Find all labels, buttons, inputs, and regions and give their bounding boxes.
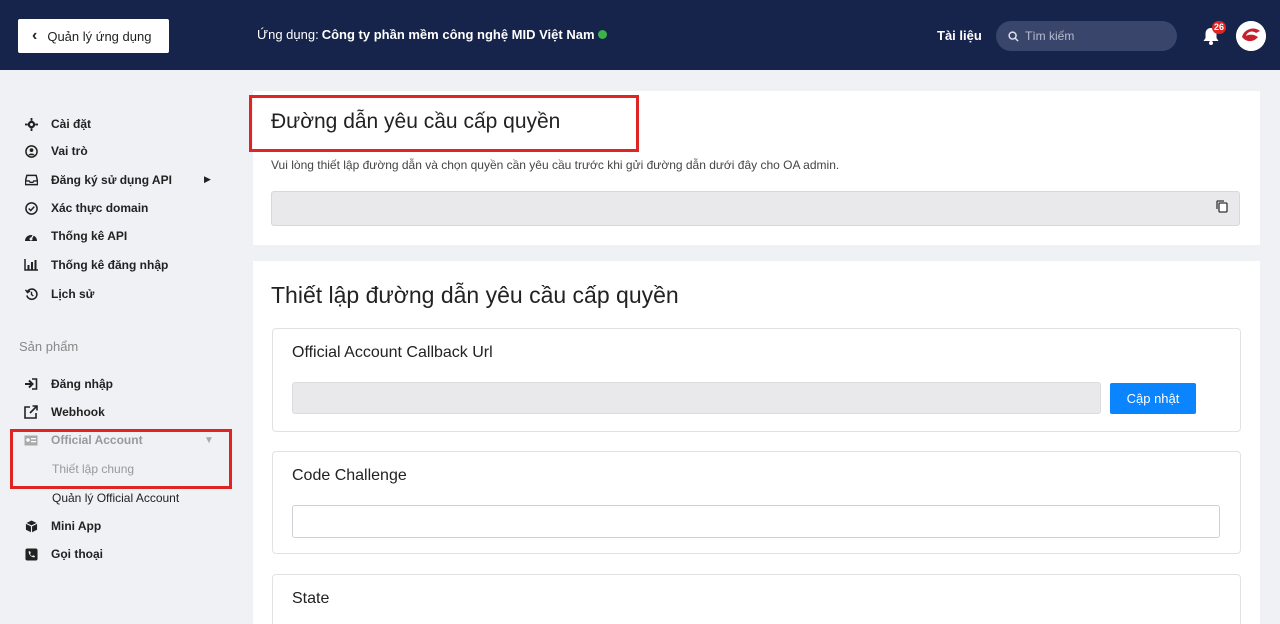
top-bar: ‹ Quản lý ứng dụng Ứng dụng: Công ty phầ… (0, 0, 1280, 70)
page-description: Vui lòng thiết lập đường dẫn và chọn quy… (271, 158, 840, 172)
sidebar-item-api-registration[interactable]: Đăng ký sử dụng API (24, 169, 172, 191)
phone-icon (24, 547, 38, 561)
dashboard-icon (24, 229, 38, 243)
code-challenge-panel (272, 451, 1241, 554)
auth-url-field[interactable] (271, 191, 1240, 226)
code-challenge-label: Code Challenge (292, 467, 407, 484)
sidebar-item-webhook[interactable]: Webhook (24, 401, 105, 423)
sidebar-item-label: Lịch sử (51, 287, 95, 301)
app-prefix: Ứng dụng: (257, 27, 319, 42)
sidebar: Cài đặt Vai trò Đăng ký sử dụng API ▶ Xá… (0, 70, 237, 624)
app-name: Công ty phần mềm công nghệ MID Việt Nam (321, 27, 595, 42)
sidebar-item-mini-app[interactable]: Mini App (24, 515, 101, 537)
docs-link[interactable]: Tài liệu (937, 28, 982, 43)
callback-label: Official Account Callback Url (292, 344, 493, 361)
avatar[interactable] (1236, 21, 1266, 51)
sidebar-item-label: Official Account (51, 433, 143, 447)
notification-badge: 26 (1212, 21, 1227, 34)
app-title: Ứng dụng: Công ty phần mềm công nghệ MID… (257, 27, 607, 42)
sidebar-item-label: Gọi thoại (51, 547, 103, 561)
sidebar-item-login[interactable]: Đăng nhập (24, 373, 113, 395)
sidebar-item-domain-verify[interactable]: Xác thực domain (24, 197, 148, 219)
sidebar-item-label: Webhook (51, 405, 105, 419)
sidebar-item-label: Cài đặt (51, 117, 92, 131)
sidebar-item-label: Thống kê đăng nhập (51, 258, 169, 272)
chevron-left-icon: ‹ (32, 27, 38, 44)
sidebar-item-label: Mini App (51, 519, 102, 533)
sidebar-item-history[interactable]: Lịch sử (24, 283, 94, 305)
inbox-icon (24, 173, 38, 187)
check-circle-icon (24, 201, 38, 215)
search-icon (1008, 30, 1019, 42)
caret-right-icon: ▶ (204, 174, 211, 184)
bar-chart-icon (24, 258, 38, 272)
update-button[interactable]: Cập nhật (1110, 383, 1196, 414)
callback-url-input[interactable] (292, 382, 1101, 414)
external-link-icon (24, 405, 38, 419)
sign-in-icon (24, 377, 38, 391)
status-dot-icon (597, 30, 607, 39)
cube-icon (24, 519, 38, 533)
state-panel (272, 574, 1241, 624)
copy-icon[interactable] (1216, 200, 1228, 213)
user-circle-icon (24, 144, 38, 158)
id-card-icon (24, 433, 38, 447)
sidebar-item-settings[interactable]: Cài đặt (24, 113, 91, 135)
sidebar-item-label: Xác thực domain (51, 201, 149, 215)
search-input[interactable] (1025, 29, 1165, 43)
page-title: Đường dẫn yêu cầu cấp quyền (271, 110, 561, 133)
sidebar-item-api-stats[interactable]: Thống kê API (24, 225, 127, 247)
setup-card (253, 261, 1260, 624)
history-icon (24, 287, 38, 301)
sidebar-subitem-manage-oa[interactable]: Quản lý Official Account (52, 491, 179, 505)
state-label: State (292, 590, 330, 607)
search-box[interactable] (996, 21, 1177, 51)
back-to-apps-button[interactable]: ‹ Quản lý ứng dụng (18, 19, 169, 53)
caret-down-icon: ▼ (204, 435, 214, 446)
setup-title: Thiết lập đường dẫn yêu cầu cấp quyền (271, 282, 679, 308)
sidebar-item-official-account[interactable]: Official Account (24, 429, 143, 451)
section-title-products: Sản phẩm (19, 339, 79, 354)
sidebar-item-label: Đăng ký sử dụng API (51, 173, 172, 187)
brand-logo-icon (1236, 21, 1266, 51)
gear-icon (24, 117, 38, 131)
code-challenge-input[interactable] (292, 505, 1220, 538)
sidebar-subitem-general-settings[interactable]: Thiết lập chung (52, 462, 134, 476)
sidebar-item-label: Thống kê API (51, 229, 128, 243)
sidebar-item-login-stats[interactable]: Thống kê đăng nhập (24, 254, 168, 276)
sidebar-item-label: Đăng nhập (51, 377, 113, 391)
sidebar-item-label: Vai trò (51, 144, 88, 158)
sidebar-item-voice-call[interactable]: Gọi thoại (24, 543, 103, 565)
sidebar-item-roles[interactable]: Vai trò (24, 140, 88, 162)
back-button-label: Quản lý ứng dụng (47, 28, 152, 44)
